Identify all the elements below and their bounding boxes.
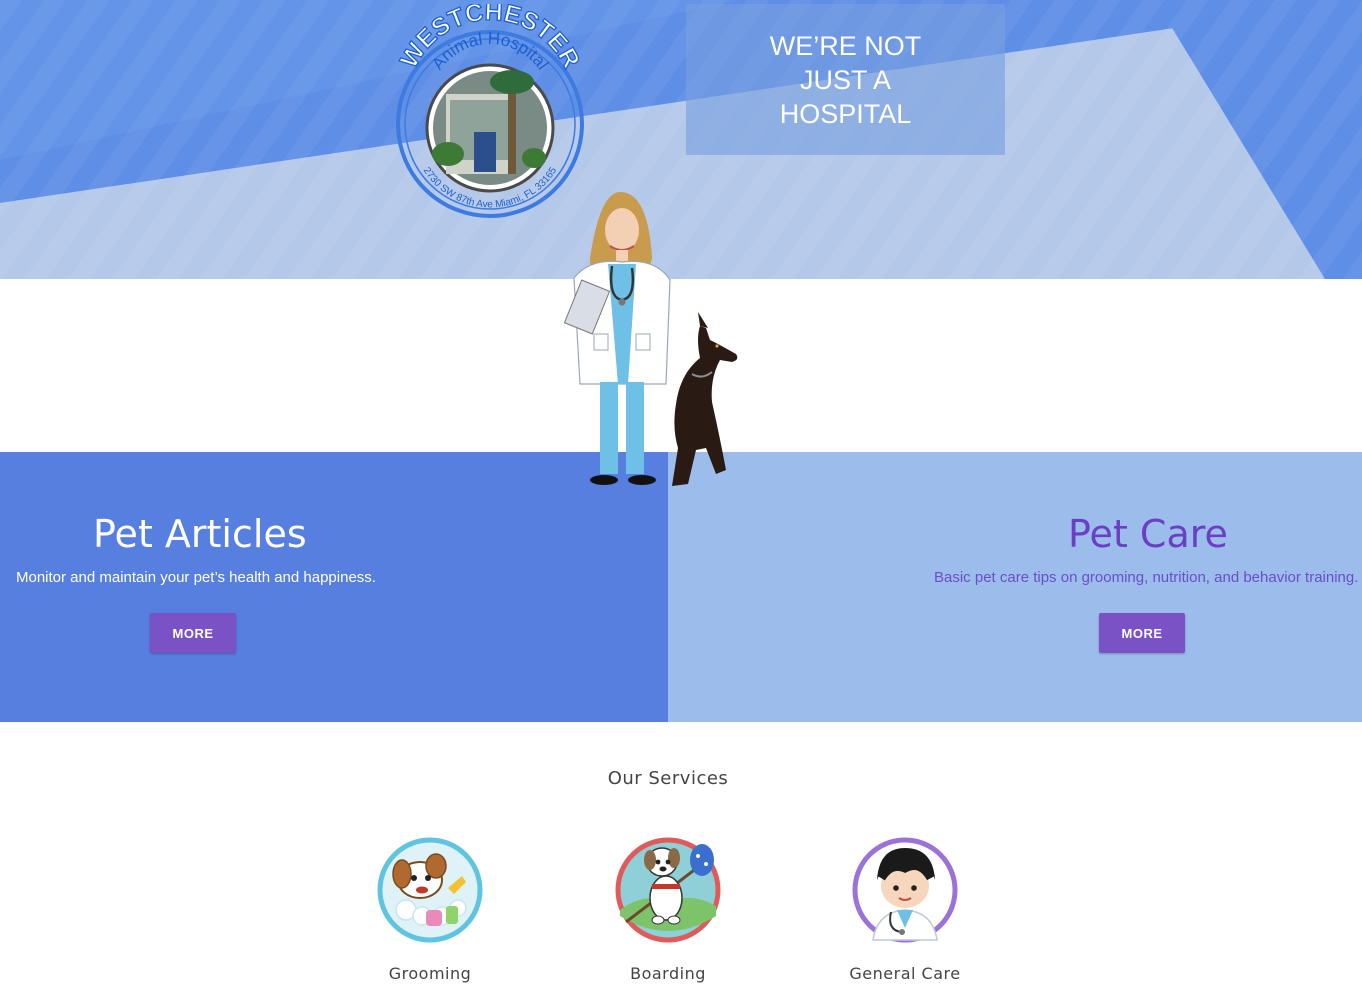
- pet-articles-description: Monitor and maintain your pet’s health a…: [16, 569, 376, 586]
- service-label-general-care: General Care: [849, 964, 961, 983]
- veterinarian-figure: [563, 192, 671, 485]
- service-grooming[interactable]: Grooming: [350, 836, 510, 983]
- service-boarding[interactable]: Boarding: [588, 836, 748, 983]
- pet-care-title: Pet Care: [1068, 512, 1228, 556]
- pet-articles-title: Pet Articles: [93, 512, 307, 556]
- service-general-care[interactable]: General Care: [825, 836, 985, 983]
- doberman-dog-figure: [672, 312, 738, 486]
- pet-care-panel: Pet Care Basic pet care tips on grooming…: [668, 452, 1362, 722]
- pet-articles-panel: Pet Articles Monitor and maintain your p…: [0, 452, 668, 722]
- vet-with-dog-illustration: [563, 192, 738, 486]
- service-label-grooming: Grooming: [388, 964, 472, 983]
- pet-care-more-button[interactable]: MORE: [1099, 613, 1185, 653]
- tagline-box: WE’RE NOT JUST A HOSPITAL: [686, 4, 1005, 155]
- vet-doctor-icon[interactable]: [851, 836, 959, 944]
- hero-tagline: WE’RE NOT JUST A HOSPITAL: [769, 30, 922, 129]
- hospital-logo[interactable]: WESTCHESTER Animal Hospital 2730 SW 87th…: [388, 4, 588, 228]
- pet-articles-more-button[interactable]: MORE: [150, 613, 236, 653]
- services-title: Our Services: [607, 768, 729, 789]
- service-label-boarding: Boarding: [630, 964, 706, 983]
- pet-care-description: Basic pet care tips on grooming, nutriti…: [934, 569, 1359, 586]
- grooming-dog-icon[interactable]: [376, 836, 484, 944]
- boarding-dog-icon[interactable]: [614, 836, 722, 944]
